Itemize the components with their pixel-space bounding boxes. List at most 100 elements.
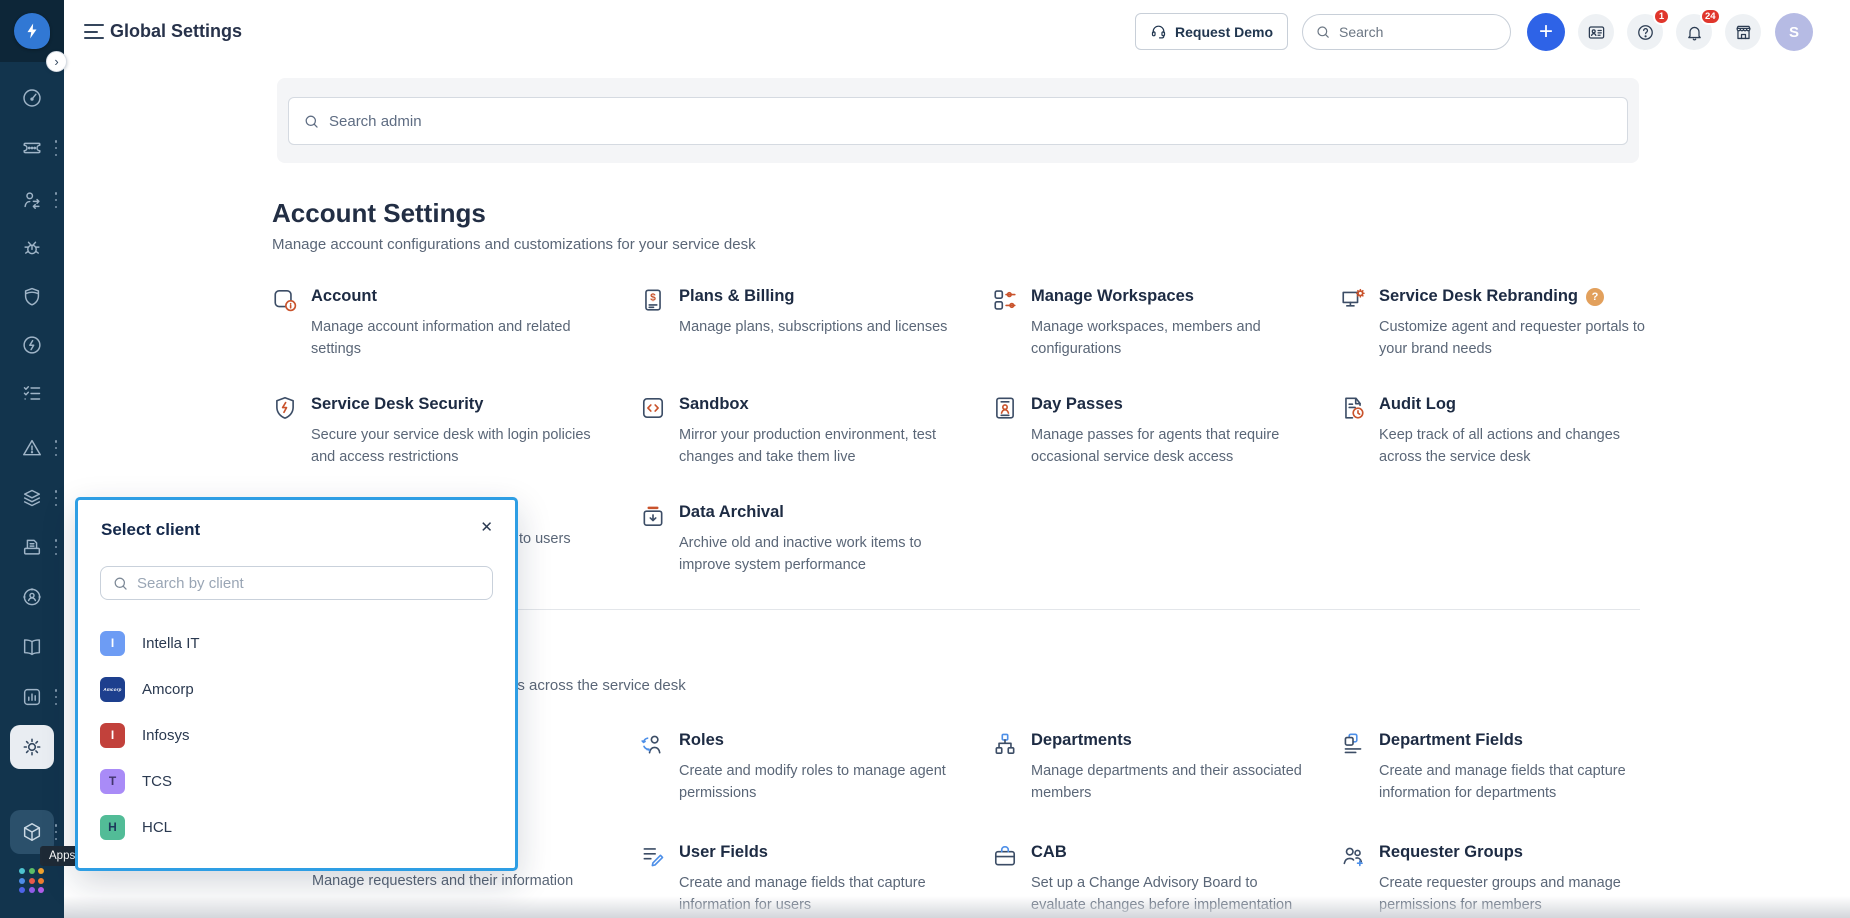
user-avatar[interactable]: S bbox=[1775, 13, 1813, 51]
card-title: Service Desk Security bbox=[311, 395, 596, 414]
archive-box-icon bbox=[640, 503, 666, 529]
agent-directory-button[interactable] bbox=[1578, 14, 1614, 50]
card-manage-workspaces[interactable]: Manage Workspaces Manage workspaces, mem… bbox=[992, 287, 1322, 361]
freshservice-logo[interactable] bbox=[14, 13, 50, 49]
client-list: I Intella IT Amcorp Amcorp I Infosys T T… bbox=[78, 620, 515, 850]
sidebar-item-problems[interactable] bbox=[10, 226, 54, 270]
client-row-hcl[interactable]: H HCL bbox=[78, 804, 515, 850]
sidebar-item-tickets[interactable] bbox=[10, 126, 54, 170]
user-roles-icon bbox=[640, 731, 666, 757]
admin-search-input[interactable] bbox=[329, 113, 1613, 130]
sidebar-item-services[interactable] bbox=[10, 575, 54, 619]
sidebar: Apps bbox=[0, 0, 64, 918]
sidebar-item-changes[interactable] bbox=[10, 275, 54, 319]
header-search-input[interactable] bbox=[1339, 24, 1479, 40]
card-description: Keep track of all actions and changes ac… bbox=[1379, 425, 1664, 469]
card-description: Create and manage fields that capture in… bbox=[1379, 761, 1664, 805]
user-swap-icon bbox=[21, 189, 43, 211]
client-row-tcs[interactable]: T TCS bbox=[78, 758, 515, 804]
assets-more-menu[interactable] bbox=[52, 490, 60, 506]
shield-icon bbox=[21, 286, 43, 308]
sidebar-item-purchase-orders[interactable] bbox=[10, 525, 54, 569]
search-icon bbox=[1315, 24, 1331, 40]
storefront-icon bbox=[1734, 23, 1753, 42]
client-row-intella-it[interactable]: I Intella IT bbox=[78, 620, 515, 666]
help-badge: 1 bbox=[1653, 8, 1670, 25]
card-account[interactable]: Account Manage account information and r… bbox=[272, 287, 602, 361]
card-plans-billing[interactable]: $ Plans & Billing Manage plans, subscrip… bbox=[640, 287, 970, 339]
client-search-input[interactable] bbox=[137, 575, 481, 592]
requesters-more-menu[interactable] bbox=[52, 192, 60, 208]
rebranding-help-badge[interactable]: ? bbox=[1586, 288, 1604, 306]
card-description: Manage passes for agents that require oc… bbox=[1031, 425, 1316, 469]
client-avatar: I bbox=[100, 723, 125, 748]
select-client-modal: Select client ✕ I Intella IT Amcorp Amco… bbox=[75, 497, 518, 871]
analytics-more-menu[interactable] bbox=[52, 689, 60, 705]
request-demo-button[interactable]: Request Demo bbox=[1135, 13, 1288, 50]
app-canvas: Apps › Global Settings Request Demo + 1 bbox=[0, 0, 1850, 918]
card-service-desk-security[interactable]: Service Desk Security Secure your servic… bbox=[272, 395, 602, 469]
modal-close-icon[interactable]: ✕ bbox=[480, 518, 493, 536]
card-audit-log[interactable]: Audit Log Keep track of all actions and … bbox=[1340, 395, 1670, 469]
card-title: Plans & Billing bbox=[679, 287, 947, 306]
card-description: Mirror your production environment, test… bbox=[679, 425, 964, 469]
purchase-orders-more-menu[interactable] bbox=[52, 539, 60, 555]
client-search-box bbox=[100, 566, 493, 600]
card-departments[interactable]: Departments Manage departments and their… bbox=[992, 731, 1322, 805]
client-row-infosys[interactable]: I Infosys bbox=[78, 712, 515, 758]
bell-icon bbox=[1685, 23, 1704, 42]
card-title: Service Desk Rebranding? bbox=[1379, 287, 1664, 306]
notifications-badge: 24 bbox=[1700, 8, 1721, 25]
sidebar-item-solutions[interactable] bbox=[10, 625, 54, 669]
account-info-icon bbox=[272, 287, 298, 313]
card-description: Customize agent and requester portals to… bbox=[1379, 317, 1664, 361]
sidebar-item-admin-settings[interactable] bbox=[10, 725, 54, 769]
bolt-circle-icon bbox=[21, 334, 43, 356]
alerts-more-menu[interactable] bbox=[52, 440, 60, 456]
card-description: Create and modify roles to manage agent … bbox=[679, 761, 964, 805]
marketplace-button[interactable] bbox=[1725, 14, 1761, 50]
client-row-amcorp[interactable]: Amcorp Amcorp bbox=[78, 666, 515, 712]
ticket-icon bbox=[21, 137, 43, 159]
sidebar-expand-button[interactable]: › bbox=[46, 51, 67, 72]
hamburger-menu-icon[interactable] bbox=[84, 24, 104, 39]
card-description: Secure your service desk with login poli… bbox=[311, 425, 596, 469]
freshworks-switcher-icon[interactable] bbox=[19, 868, 45, 894]
client-name: HCL bbox=[142, 819, 172, 836]
clipped-card-text: to users bbox=[519, 531, 571, 547]
card-roles[interactable]: Roles Create and modify roles to manage … bbox=[640, 731, 970, 805]
monitor-gear-icon bbox=[1340, 287, 1366, 313]
bottom-fade bbox=[64, 896, 1850, 918]
tickets-more-menu[interactable] bbox=[52, 140, 60, 156]
search-icon bbox=[303, 113, 320, 130]
card-day-passes[interactable]: Day Passes Manage passes for agents that… bbox=[992, 395, 1322, 469]
code-brackets-icon bbox=[640, 395, 666, 421]
search-icon bbox=[112, 575, 129, 592]
apps-more-menu[interactable] bbox=[52, 824, 60, 840]
card-data-archival[interactable]: Data Archival Archive old and inactive w… bbox=[640, 503, 970, 577]
client-avatar: I bbox=[100, 631, 125, 656]
card-title: Sandbox bbox=[679, 395, 964, 414]
card-sandbox[interactable]: Sandbox Mirror your production environme… bbox=[640, 395, 970, 469]
speedometer-icon bbox=[21, 87, 43, 109]
card-service-desk-rebranding[interactable]: Service Desk Rebranding? Customize agent… bbox=[1340, 287, 1670, 361]
sidebar-item-releases[interactable] bbox=[10, 323, 54, 367]
sidebar-item-tasks[interactable] bbox=[10, 371, 54, 415]
sidebar-item-assets[interactable] bbox=[10, 476, 54, 520]
sidebar-item-dashboard[interactable] bbox=[10, 76, 54, 120]
bar-chart-icon bbox=[21, 686, 43, 708]
sidebar-item-requesters[interactable] bbox=[10, 178, 54, 222]
card-title: Departments bbox=[1031, 731, 1316, 750]
card-title: CAB bbox=[1031, 843, 1316, 862]
card-title: User Fields bbox=[679, 843, 964, 862]
card-description: Manage account information and related s… bbox=[311, 317, 596, 361]
create-new-button[interactable]: + bbox=[1527, 13, 1565, 51]
user-orbit-icon bbox=[21, 586, 43, 608]
page-title: Global Settings bbox=[110, 21, 242, 42]
card-department-fields[interactable]: Department Fields Create and manage fiel… bbox=[1340, 731, 1670, 805]
workspace-sliders-icon bbox=[992, 287, 1018, 313]
sidebar-item-alerts[interactable] bbox=[10, 426, 54, 470]
stacked-fields-icon bbox=[1340, 731, 1366, 757]
card-title: Data Archival bbox=[679, 503, 964, 522]
sidebar-item-analytics[interactable] bbox=[10, 675, 54, 719]
